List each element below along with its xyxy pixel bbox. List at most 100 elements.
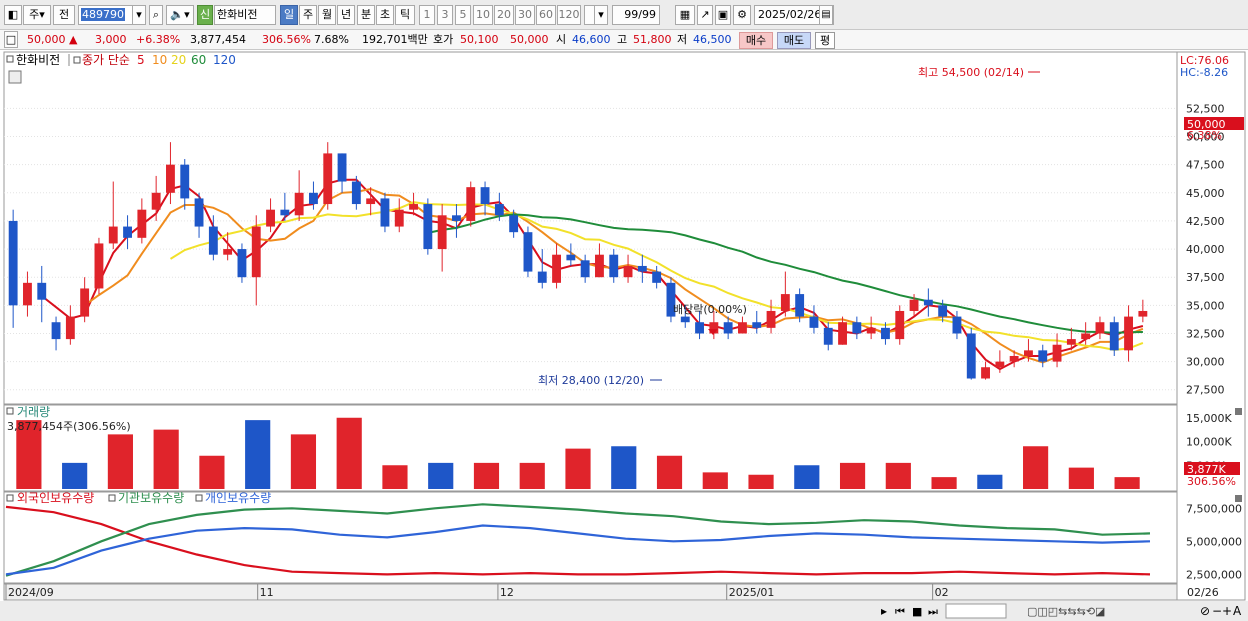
legend-foreign: 외국인보유수량 xyxy=(17,491,94,505)
sell-button[interactable]: 매도 xyxy=(777,32,811,49)
x-axis-strip xyxy=(3,583,1178,601)
buy-button[interactable]: 매수 xyxy=(739,32,773,49)
candle-body xyxy=(123,226,132,238)
volume-ratio: 306.56% xyxy=(262,33,311,46)
volume-value: 3,877,454 xyxy=(190,33,246,46)
tab-minute[interactable]: 분 xyxy=(357,5,375,25)
tab-month[interactable]: 월 xyxy=(318,5,336,25)
period-selector[interactable]: 주▾ xyxy=(23,5,51,25)
legend-ma20: 20 xyxy=(171,53,186,67)
minute-1[interactable]: 1 xyxy=(419,5,435,25)
volume-bar xyxy=(199,455,225,489)
scroll-end-icon[interactable]: ⏭ xyxy=(928,605,938,618)
x-tick-label: 2024/09 xyxy=(8,586,54,599)
holdings-close-icon[interactable] xyxy=(1235,495,1242,502)
scroll-track[interactable] xyxy=(945,603,1007,619)
minute-dropdown-icon[interactable]: ▾ xyxy=(594,5,608,25)
candle-body xyxy=(1081,333,1091,340)
legend-ma120: 120 xyxy=(213,53,236,67)
candle-body xyxy=(409,204,418,210)
high-price: 51,800 xyxy=(633,33,672,46)
scroll-start-icon[interactable]: ⏮ xyxy=(895,605,905,618)
count-field[interactable]: 99/99 xyxy=(612,5,660,25)
high-label: 고 xyxy=(617,33,628,46)
candle-body xyxy=(452,215,461,221)
candle-body xyxy=(480,187,490,205)
volume-bar xyxy=(748,474,774,489)
individual-toggle-icon[interactable] xyxy=(195,494,203,502)
minute-10[interactable]: 10 xyxy=(473,5,493,25)
bid-label: 호가 xyxy=(433,33,454,46)
candle-body xyxy=(1052,344,1062,362)
stock-chart[interactable]: 52,50050,00047,50045,00042,50040,00037,5… xyxy=(0,51,1248,621)
prev-button[interactable]: 전 xyxy=(53,5,75,25)
candle-body xyxy=(523,232,533,272)
tab-second[interactable]: 초 xyxy=(376,5,394,25)
chart-area[interactable]: 52,500 50,000 47,500 45,000 42,500 40,000 37,5… xyxy=(0,51,1248,621)
scroll-right-icon[interactable]: ▸ xyxy=(881,604,887,618)
x-tick-label: 12 xyxy=(500,586,514,599)
search-icon[interactable]: ⌕ xyxy=(149,5,163,25)
legend-ma5: 5 xyxy=(137,53,145,67)
legend-toggle-icon[interactable] xyxy=(6,55,14,63)
candle-body xyxy=(852,322,862,334)
candle-body xyxy=(1009,355,1019,362)
candle-body xyxy=(223,249,233,255)
tab-tick[interactable]: 틱 xyxy=(395,5,415,25)
eval-button[interactable]: 평 xyxy=(815,32,835,49)
volume-toggle-icon[interactable] xyxy=(6,407,14,415)
code-dropdown-icon[interactable]: ▾ xyxy=(132,5,146,25)
tab-year[interactable]: 년 xyxy=(337,5,355,25)
chart-menu-icon[interactable]: ◧ xyxy=(4,5,22,25)
quote-toggle-icon[interactable]: □ xyxy=(4,31,18,48)
low-annotation: 최저 28,400 (12/20) xyxy=(538,374,644,387)
candle-body xyxy=(309,192,318,205)
calendar-icon[interactable]: ▤ xyxy=(819,5,833,25)
price-tick-label: 47,500 xyxy=(1186,159,1225,172)
candle-body xyxy=(595,254,604,278)
x-tick-label: 2025/01 xyxy=(729,586,775,599)
price-tick-label: 52,500 xyxy=(1186,102,1225,115)
stock-name-field[interactable]: 한화비전 xyxy=(214,5,276,25)
minute-5[interactable]: 5 xyxy=(455,5,471,25)
volume-bar xyxy=(336,417,362,489)
volume-bar xyxy=(839,462,866,489)
minute-3[interactable]: 3 xyxy=(437,5,453,25)
zoom-in-icon[interactable]: ⊘ xyxy=(1200,604,1210,618)
save-icon[interactable]: ▣ xyxy=(715,5,731,25)
draw-tool-icon[interactable]: ↗ xyxy=(697,5,713,25)
candle-body xyxy=(509,215,519,233)
minute-20[interactable]: 20 xyxy=(494,5,514,25)
candle-body xyxy=(437,215,447,250)
speaker-icon[interactable]: 🔈▾ xyxy=(166,5,194,25)
minute-30[interactable]: 30 xyxy=(515,5,535,25)
candle-body xyxy=(108,226,118,244)
zoom-plus-icon[interactable]: + xyxy=(1222,604,1232,618)
ma-toggle-icon[interactable] xyxy=(73,56,81,64)
tab-week[interactable]: 주 xyxy=(299,5,317,25)
font-size-icon[interactable]: A xyxy=(1233,604,1242,618)
tab-day[interactable]: 일 xyxy=(280,5,298,25)
minute-120[interactable]: 120 xyxy=(557,5,581,25)
crosshair-icon[interactable]: ▦ xyxy=(675,5,695,25)
volume-close-icon[interactable] xyxy=(1235,408,1242,415)
zoom-out-icon[interactable]: − xyxy=(1212,604,1222,618)
stop-icon[interactable]: ■ xyxy=(912,605,922,618)
volume-title: 거래량 xyxy=(17,405,50,419)
volume-bar xyxy=(611,446,637,489)
candle-body xyxy=(366,198,376,205)
candle-body xyxy=(652,271,662,283)
layout-tool-icons[interactable]: ▢◫◰⇆⇆⇆⟲◪ xyxy=(1027,605,1105,618)
candle-body xyxy=(938,305,948,317)
panel-grid-icon[interactable] xyxy=(8,70,22,84)
institution-toggle-icon[interactable] xyxy=(108,494,116,502)
candle-body xyxy=(609,254,619,278)
settings-gear-icon[interactable]: ⚙ xyxy=(733,5,751,25)
candle-body xyxy=(952,316,962,334)
candle-body xyxy=(680,316,690,323)
candle-body xyxy=(151,192,161,210)
legend-individual: 개인보유수량 xyxy=(205,491,271,505)
candle-body xyxy=(995,361,1005,368)
holdings-toggle-icon[interactable] xyxy=(6,494,14,502)
minute-60[interactable]: 60 xyxy=(536,5,556,25)
